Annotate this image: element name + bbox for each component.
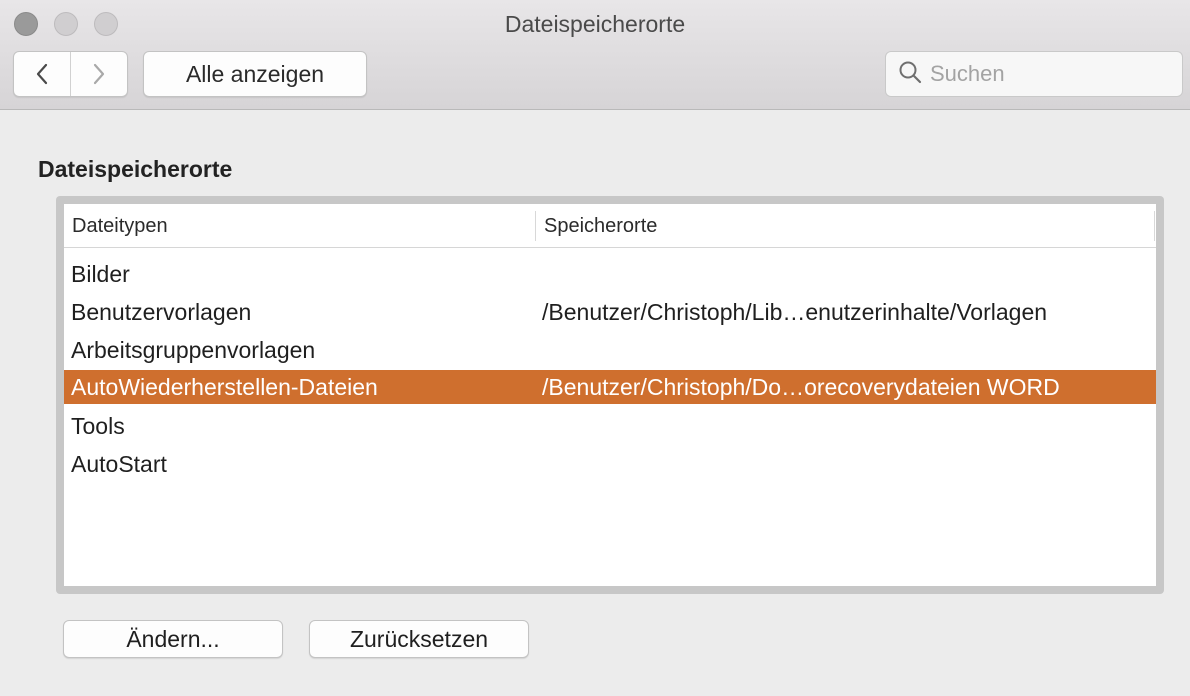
column-separator — [1154, 211, 1155, 241]
location-cell: /Benutzer/Christoph/Lib…enutzerinhalte/V… — [542, 299, 1048, 325]
show-all-button[interactable]: Alle anzeigen — [143, 51, 367, 97]
table-row[interactable]: Tools — [64, 409, 1156, 441]
table-row[interactable]: Arbeitsgruppenvorlagen — [64, 333, 1156, 365]
chevron-right-icon — [92, 62, 106, 86]
change-button[interactable]: Ändern... — [63, 620, 283, 658]
chevron-left-icon — [35, 62, 49, 86]
file-locations-table-frame: Dateitypen Speicherorte Bilder Benutzerv… — [56, 196, 1164, 594]
file-type-cell: Tools — [71, 413, 125, 439]
reset-button[interactable]: Zurücksetzen — [309, 620, 529, 658]
back-button[interactable] — [14, 52, 70, 96]
column-separator[interactable] — [535, 211, 536, 241]
window-titlebar: Dateispeicherorte Alle anzeigen — [0, 0, 1190, 110]
window-title: Dateispeicherorte — [504, 11, 686, 37]
table-row[interactable]: Benutzervorlagen /Benutzer/Christoph/Lib… — [64, 295, 1156, 327]
navigation-segmented-control — [13, 51, 128, 97]
magnifier-icon — [898, 60, 922, 89]
file-type-cell: AutoStart — [71, 451, 167, 477]
file-type-cell: Arbeitsgruppenvorlagen — [71, 337, 316, 363]
table-header: Dateitypen Speicherorte — [64, 204, 1156, 248]
table-row[interactable]: Bilder — [64, 257, 1156, 289]
search-input[interactable] — [930, 61, 1170, 87]
forward-button[interactable] — [70, 52, 127, 96]
table-row[interactable]: AutoStart — [64, 447, 1156, 479]
file-locations-table[interactable]: Dateitypen Speicherorte Bilder Benutzerv… — [64, 204, 1156, 586]
file-type-cell: AutoWiederherstellen-Dateien — [71, 374, 378, 400]
file-type-cell: Benutzervorlagen — [71, 299, 252, 325]
section-title: Dateispeicherorte — [38, 156, 233, 182]
search-field[interactable] — [885, 51, 1183, 97]
location-cell: /Benutzer/Christoph/Do…orecoverydateien … — [542, 374, 1060, 400]
column-header-file-types[interactable]: Dateitypen — [72, 215, 168, 238]
column-header-locations[interactable]: Speicherorte — [544, 215, 657, 238]
table-row-selected[interactable]: AutoWiederherstellen-Dateien /Benutzer/C… — [64, 370, 1156, 404]
file-type-cell: Bilder — [71, 261, 130, 287]
